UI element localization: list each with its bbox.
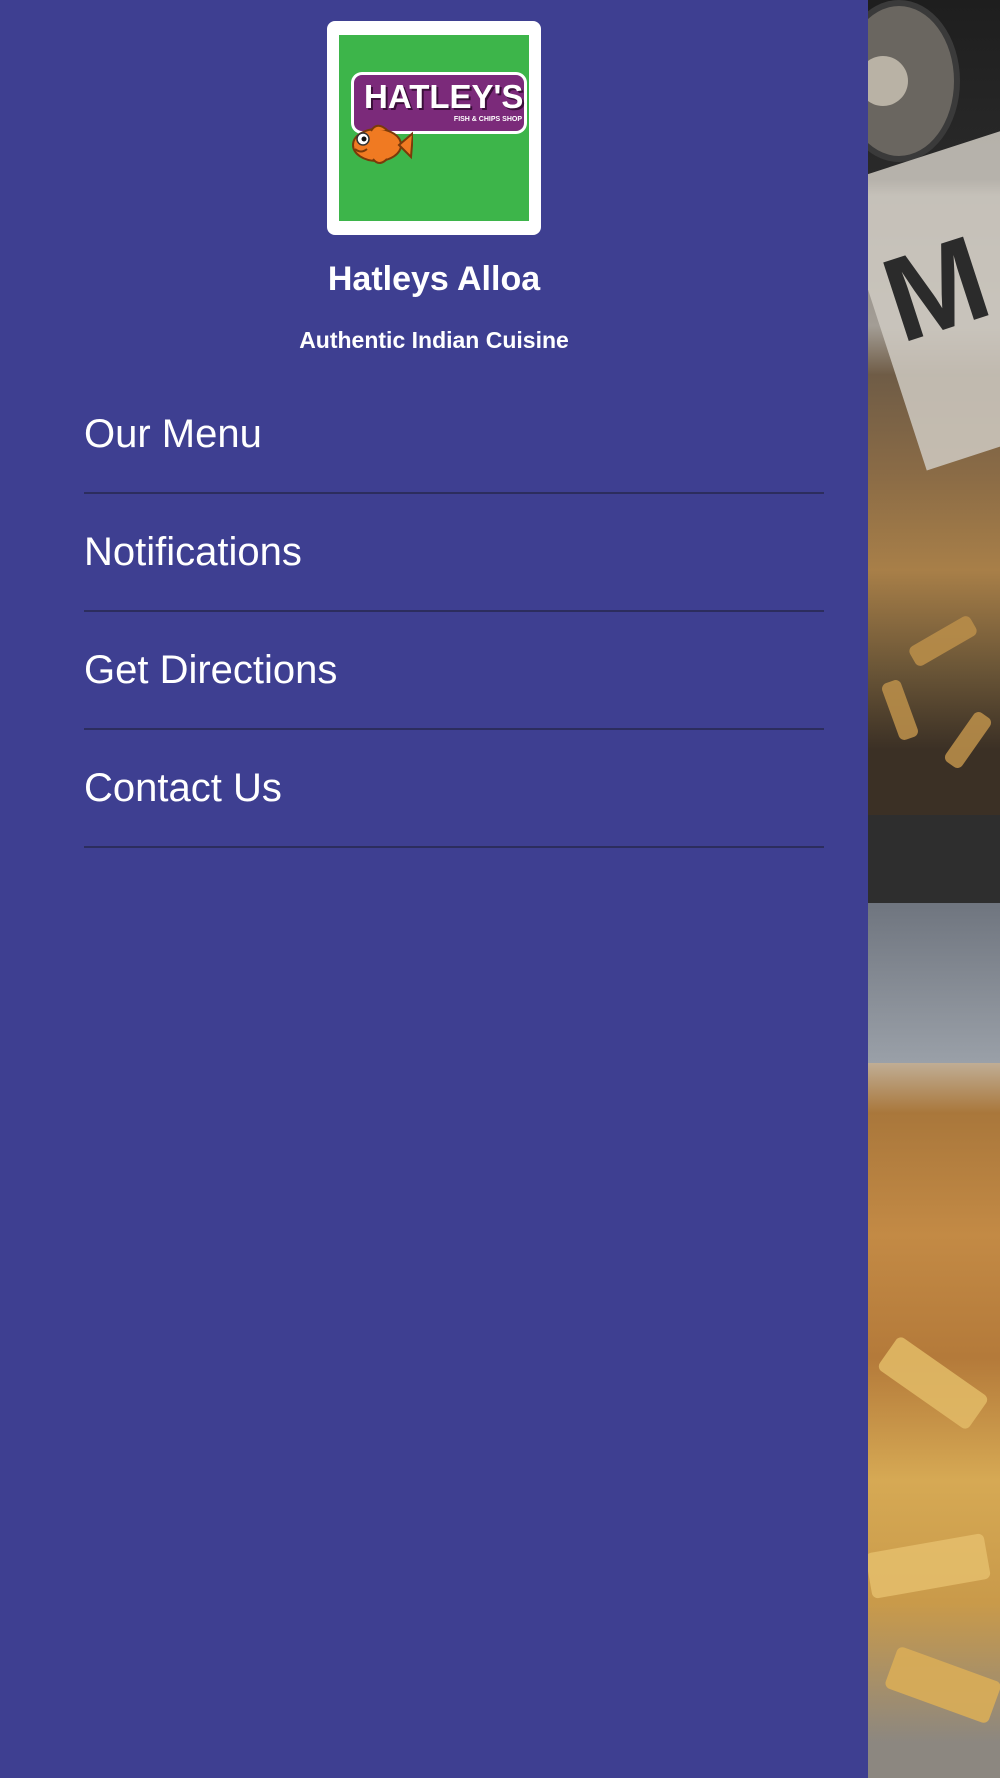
- app-subtitle: Authentic Indian Cuisine: [299, 327, 569, 353]
- fish-and-chips-photo-bottom: [868, 903, 1000, 1778]
- menu-item-label: Contact Us: [84, 766, 282, 810]
- background-app-content: M: [868, 0, 1000, 1778]
- menu-item-label: Get Directions: [84, 648, 338, 692]
- menu-item-our-menu[interactable]: Our Menu: [84, 376, 824, 494]
- menu-item-get-directions[interactable]: Get Directions: [84, 612, 824, 730]
- fish-and-chips-photo-top: M: [868, 0, 1000, 815]
- brand-logo: HATLEY'S FISH & CHIPS SHOP: [327, 21, 541, 235]
- menu-item-notifications[interactable]: Notifications: [84, 494, 824, 612]
- logo-tagline: FISH & CHIPS SHOP: [453, 116, 522, 123]
- photo-divider: [868, 815, 1000, 903]
- drawer-menu: Our Menu Notifications Get Directions Co…: [84, 376, 824, 848]
- logo-wordmark: HATLEY'S: [364, 78, 524, 115]
- app-title: Hatleys Alloa: [327, 260, 541, 298]
- fish-icon: [352, 124, 413, 164]
- menu-item-contact-us[interactable]: Contact Us: [84, 730, 824, 848]
- menu-item-label: Notifications: [84, 530, 302, 574]
- menu-item-label: Our Menu: [84, 412, 262, 456]
- navigation-drawer: HATLEY'S FISH & CHIPS SHOP Hatleys Alloa…: [0, 0, 868, 1778]
